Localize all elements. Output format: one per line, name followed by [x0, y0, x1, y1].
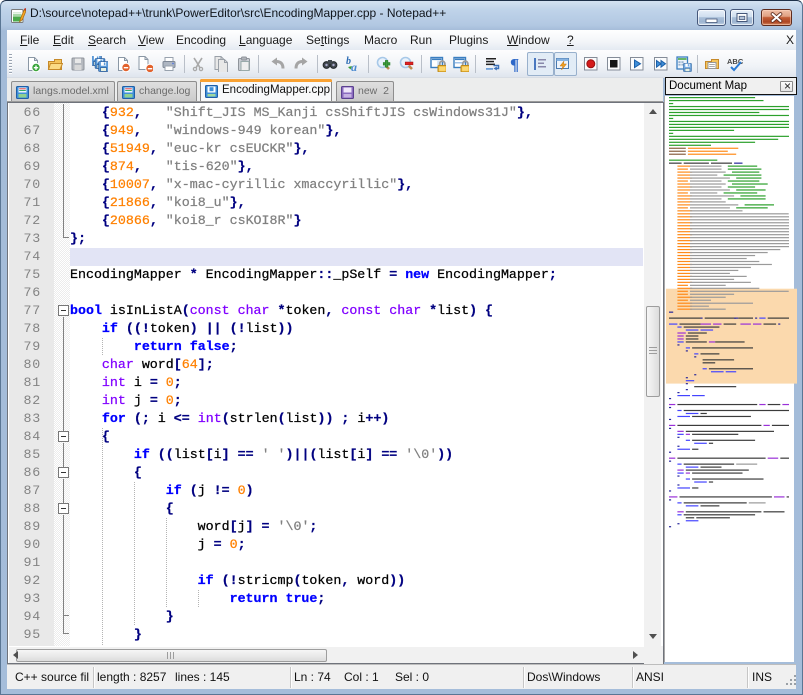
svg-text:a: a	[351, 60, 357, 72]
svg-text:¶: ¶	[510, 56, 519, 72]
svg-text:ABC: ABC	[727, 57, 743, 66]
